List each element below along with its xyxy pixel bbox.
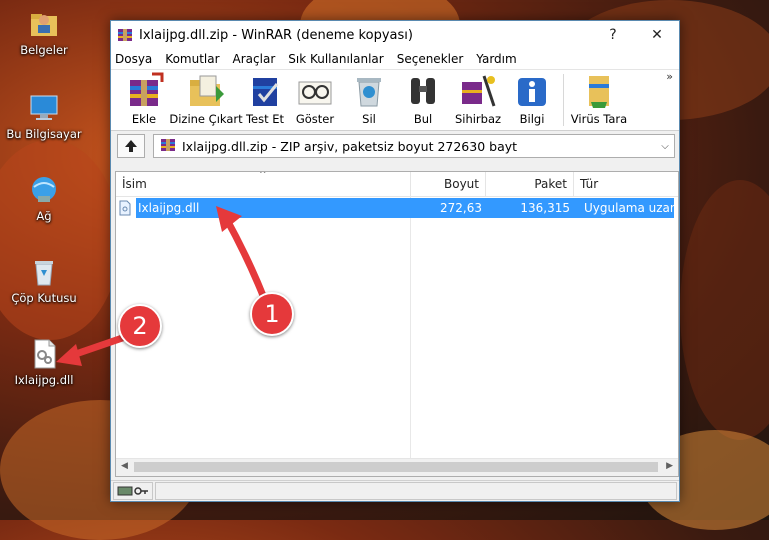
title-bar[interactable]: Ixlaijpg.dll.zip - WinRAR (deneme kopyas… [111, 21, 679, 49]
tool-label: Göster [295, 112, 335, 126]
window-title: Ixlaijpg.dll.zip - WinRAR (deneme kopyas… [139, 27, 413, 43]
virus-scan-icon [579, 72, 619, 110]
desktop-icon-dll-file[interactable]: Ixlaijpg.dll [6, 338, 82, 387]
desktop-icon-network[interactable]: Ağ [6, 174, 82, 223]
status-bar [111, 480, 679, 501]
toolbar-separator [563, 74, 564, 126]
winrar-app-icon [117, 27, 133, 43]
tool-label: Sil [362, 112, 376, 126]
info-button[interactable]: Bilgi [507, 70, 557, 126]
menu-item-favorites[interactable]: Sık Kullanılanlar [288, 52, 383, 66]
archive-path-dropdown[interactable]: Ixlaijpg.dll.zip - ZIP arşiv, paketsiz b… [153, 134, 675, 158]
column-headers: İsim Boyut Paket Tür ^ [116, 172, 678, 197]
delete-button[interactable]: Sil [343, 70, 395, 126]
desktop-icon-recycle-bin[interactable]: Çöp Kutusu [6, 256, 82, 305]
wizard-button[interactable]: Sihirbaz [451, 70, 505, 126]
horizontal-scrollbar[interactable]: ◀ ▶ [116, 458, 678, 476]
winrar-window: Ixlaijpg.dll.zip - WinRAR (deneme kopyas… [110, 20, 680, 502]
up-folder-button[interactable] [117, 134, 145, 158]
menu-item-tools[interactable]: Araçlar [233, 52, 276, 66]
toolbar-more-button[interactable]: » [666, 70, 673, 83]
tool-label: Bilgi [519, 112, 545, 126]
desktop-icon-label: Bu Bilgisayar [6, 127, 82, 141]
file-size: 272,63 [414, 198, 488, 218]
menu-item-options[interactable]: Seçenekler [397, 52, 464, 66]
chevron-down-icon[interactable]: ⌵ [656, 141, 674, 152]
computer-icon [28, 92, 60, 124]
dll-file-icon [28, 338, 60, 370]
up-arrow-icon [125, 140, 137, 152]
tool-label: Ekle [131, 112, 157, 126]
file-packed: 136,315 [488, 198, 576, 218]
tool-label: Dizine Çıkart [169, 112, 243, 126]
column-divider [410, 196, 411, 458]
test-button[interactable]: Test Et [243, 70, 287, 126]
desktop-icon-label: Ixlaijpg.dll [14, 373, 74, 387]
scroll-right-icon[interactable]: ▶ [666, 461, 673, 471]
file-name: Ixlaijpg.dll [136, 198, 414, 218]
step-badge-1: 1 [250, 292, 294, 336]
close-button[interactable]: ✕ [635, 21, 679, 49]
recycle-bin-icon [28, 256, 60, 288]
tool-label: Test Et [245, 112, 285, 126]
toolbar: Ekle Dizine Çıkart Test Et Göster Sil Bu… [111, 70, 679, 131]
find-button[interactable]: Bul [397, 70, 449, 126]
drive-key-icon[interactable] [113, 482, 153, 500]
table-row[interactable]: Ixlaijpg.dll 272,63 136,315 Uygulama uza… [118, 198, 676, 218]
file-list[interactable]: İsim Boyut Paket Tür ^ Ixlaijpg.dll 272,… [115, 171, 679, 477]
desktop-icon-documents[interactable]: Belgeler [6, 8, 82, 57]
menu-bar: Dosya Komutlar Araçlar Sık Kullanılanlar… [111, 49, 679, 70]
tool-label: Bul [413, 112, 433, 126]
menu-item-file[interactable]: Dosya [115, 52, 152, 66]
desktop-icon-label: Çöp Kutusu [11, 291, 77, 305]
tool-label: Virüs Tara [570, 112, 628, 126]
desktop-icon-label: Ağ [36, 209, 52, 223]
scroll-left-icon[interactable]: ◀ [121, 461, 128, 471]
column-size[interactable]: Boyut [411, 172, 486, 196]
desktop-icon-this-pc[interactable]: Bu Bilgisayar [6, 92, 82, 141]
test-archive-icon [245, 72, 285, 110]
wizard-icon [458, 72, 498, 110]
extract-folder-icon [186, 72, 226, 110]
binoculars-icon [403, 72, 443, 110]
dll-file-icon [118, 198, 134, 218]
menu-item-help[interactable]: Yardım [476, 52, 516, 66]
desktop-icon-label: Belgeler [20, 43, 68, 57]
extract-to-button[interactable]: Dizine Çıkart [169, 70, 243, 126]
add-archive-icon [124, 72, 164, 110]
file-type: Uygulama uzantı [576, 198, 674, 218]
step-badge-2: 2 [118, 304, 162, 348]
sort-indicator-icon: ^ [259, 171, 267, 180]
scrollbar-thumb[interactable] [134, 462, 658, 472]
help-button[interactable]: ? [591, 21, 635, 49]
view-glasses-icon [295, 72, 335, 110]
status-text-area [155, 482, 677, 500]
column-type[interactable]: Tür [574, 172, 678, 196]
folder-user-icon [28, 8, 60, 40]
add-button[interactable]: Ekle [119, 70, 169, 126]
view-button[interactable]: Göster [289, 70, 341, 126]
menu-item-commands[interactable]: Komutlar [165, 52, 219, 66]
delete-bin-icon [349, 72, 389, 110]
column-packed[interactable]: Paket [486, 172, 574, 196]
tool-label: Sihirbaz [454, 112, 502, 126]
path-bar: Ixlaijpg.dll.zip - ZIP arşiv, paketsiz b… [111, 131, 679, 161]
info-icon [512, 72, 552, 110]
network-icon [28, 174, 60, 206]
archive-path-text: Ixlaijpg.dll.zip - ZIP arşiv, paketsiz b… [182, 138, 518, 154]
virus-scan-button[interactable]: Virüs Tara [570, 70, 628, 126]
archive-icon [160, 137, 176, 156]
